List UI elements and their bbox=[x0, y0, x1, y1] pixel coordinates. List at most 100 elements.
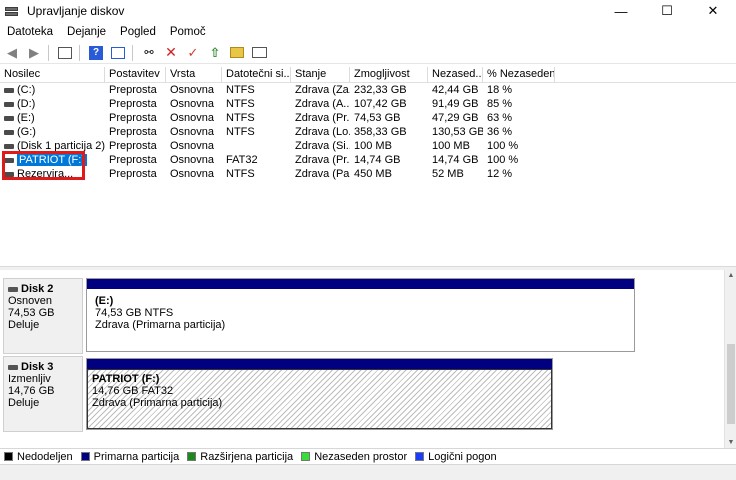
scrollbar-thumb[interactable] bbox=[727, 344, 735, 424]
rescan-icon[interactable] bbox=[249, 44, 269, 62]
partition-f-size-fs: 14,76 GB FAT32 bbox=[92, 385, 174, 397]
close-button[interactable]: ✕ bbox=[690, 0, 736, 22]
help-icon[interactable]: ? bbox=[86, 44, 106, 62]
type-cell: Osnovna bbox=[170, 126, 215, 138]
legend-swatch bbox=[80, 452, 90, 461]
capacity-cell: 100 MB bbox=[354, 140, 392, 152]
table-row[interactable]: (E:) Preprosta Osnovna NTFS Zdrava (Pr..… bbox=[0, 111, 736, 125]
window-controls: — ☐ ✕ bbox=[598, 0, 736, 22]
disk-2-title: Disk 2 bbox=[8, 283, 82, 295]
drive-icon bbox=[8, 364, 18, 370]
legend-unallocated: Nedodeljen bbox=[4, 451, 73, 463]
partition-e-status: Zdrava (Primarna particija) bbox=[95, 319, 226, 331]
menu-view[interactable]: Pogled bbox=[113, 26, 163, 38]
column-header-capacity[interactable]: Zmogljivost bbox=[350, 67, 428, 83]
partition-e-size-fs: 74,53 GB NTFS bbox=[95, 307, 174, 319]
volume-name: (D:) bbox=[17, 98, 36, 110]
toolbar-separator bbox=[79, 44, 80, 61]
legend-label: Primarna particija bbox=[93, 450, 180, 463]
partition-e-details: (E:) 74,53 GB NTFS Zdrava (Primarna part… bbox=[87, 289, 634, 334]
menu-bar: Datoteka Dejanje Pogled Pomoč bbox=[0, 22, 736, 42]
back-arrow-icon[interactable]: ◀ bbox=[2, 44, 22, 62]
table-row[interactable]: Rezervira... Preprosta Osnovna NTFS Zdra… bbox=[0, 167, 736, 181]
disk-2-name: Disk 2 bbox=[21, 283, 54, 295]
column-header-free-space[interactable]: Nezased... bbox=[428, 67, 483, 83]
volume-name-cell: (Disk 1 particija 2) bbox=[0, 139, 105, 153]
scroll-up-icon[interactable]: ▲ bbox=[725, 272, 736, 279]
partition-f-status: Zdrava (Primarna particija) bbox=[92, 397, 223, 409]
table-row[interactable]: (G:) Preprosta Osnovna NTFS Zdrava (Lo..… bbox=[0, 125, 736, 139]
column-header-percent-free[interactable]: % Nezaseden... bbox=[483, 67, 555, 83]
title-bar: Upravljanje diskov — ☐ ✕ bbox=[0, 0, 736, 22]
filesystem-cell: NTFS bbox=[226, 98, 255, 110]
volume-name: (E:) bbox=[17, 112, 35, 124]
console-tree-icon[interactable] bbox=[55, 44, 75, 62]
legend-label: Logični pogon bbox=[428, 450, 497, 463]
forward-arrow-icon[interactable]: ▶ bbox=[24, 44, 44, 62]
partition-e-name: (E:) bbox=[95, 295, 114, 307]
legend-label: Nezaseden prostor bbox=[314, 450, 408, 463]
menu-action[interactable]: Dejanje bbox=[60, 26, 113, 38]
filesystem-cell: NTFS bbox=[226, 126, 255, 138]
connect-icon[interactable]: ⚯ bbox=[139, 44, 159, 62]
column-header-type[interactable]: Vrsta bbox=[166, 67, 222, 83]
volume-name: Rezervira... bbox=[17, 168, 74, 180]
column-header-status[interactable]: Stanje bbox=[291, 67, 350, 83]
legend-primary-partition: Primarna particija bbox=[80, 450, 180, 463]
folder-icon[interactable] bbox=[227, 44, 247, 62]
menu-file[interactable]: Datoteka bbox=[0, 26, 60, 38]
menu-help[interactable]: Pomoč bbox=[163, 26, 213, 38]
drive-icon bbox=[4, 129, 14, 135]
partition-f-details: PATRIOT (F:) 14,76 GB FAT32 Zdrava (Prim… bbox=[87, 369, 552, 429]
table-row-selected[interactable]: PATRIOT (F:) Preprosta Osnovna FAT32 Zdr… bbox=[0, 153, 736, 167]
column-header-volume[interactable]: Nosilec bbox=[0, 67, 105, 83]
maximize-button[interactable]: ☐ bbox=[644, 0, 690, 22]
legend-swatch bbox=[4, 452, 13, 461]
partition-e[interactable]: (E:) 74,53 GB NTFS Zdrava (Primarna part… bbox=[86, 278, 635, 352]
disk-2-info[interactable]: Disk 2 Osnoven 74,53 GB Deluje bbox=[3, 278, 83, 354]
layout-cell: Preprosta bbox=[109, 126, 157, 138]
table-row[interactable]: (D:) Preprosta Osnovna NTFS Zdrava (A...… bbox=[0, 97, 736, 111]
legend-swatch bbox=[187, 452, 197, 461]
type-cell: Osnovna bbox=[170, 140, 215, 152]
check-icon[interactable]: ✓ bbox=[183, 44, 203, 62]
percent-free-cell: 85 % bbox=[487, 98, 513, 110]
free-space-cell: 42,44 GB bbox=[432, 84, 479, 96]
window-title: Upravljanje diskov bbox=[27, 4, 125, 18]
drive-icon bbox=[4, 171, 14, 177]
table-row[interactable]: (C:) Preprosta Osnovna NTFS Zdrava (Za..… bbox=[0, 83, 736, 97]
disk-3-row: Disk 3 Izmenljiv 14,76 GB Deluje PATRIOT… bbox=[3, 356, 721, 432]
table-row[interactable]: (Disk 1 particija 2) Preprosta Osnovna Z… bbox=[0, 139, 736, 153]
legend-label: Razširjena particija bbox=[200, 450, 294, 463]
drive-icon bbox=[4, 87, 14, 93]
volume-list-header: Nosilec Postavitev Vrsta Datotečni si...… bbox=[0, 67, 736, 83]
toolbar-separator bbox=[48, 44, 49, 61]
column-header-layout[interactable]: Postavitev bbox=[105, 67, 166, 83]
type-cell: Osnovna bbox=[170, 98, 215, 110]
percent-free-cell: 63 % bbox=[487, 112, 513, 124]
disk-map-scrollbar[interactable]: ▲ ▼ bbox=[724, 270, 736, 448]
legend-extended-partition: Razširjena particija bbox=[187, 451, 293, 463]
volume-name: (C:) bbox=[17, 84, 36, 96]
legend-bar: Nedodeljen Primarna particija Razširjena… bbox=[0, 448, 736, 464]
delete-icon[interactable]: ✕ bbox=[161, 44, 181, 62]
drive-icon bbox=[4, 115, 14, 121]
disk-3-info[interactable]: Disk 3 Izmenljiv 14,76 GB Deluje bbox=[3, 356, 83, 432]
minimize-button[interactable]: — bbox=[598, 0, 644, 22]
capacity-cell: 14,74 GB bbox=[354, 154, 401, 166]
volume-name-cell: PATRIOT (F:) bbox=[0, 153, 105, 167]
primary-partition-bar bbox=[87, 279, 634, 289]
disk-management-icon bbox=[5, 5, 19, 17]
disk-3-title: Disk 3 bbox=[8, 361, 82, 373]
disk-3-size: 14,76 GB bbox=[8, 385, 55, 397]
import-icon[interactable]: ⇧ bbox=[205, 44, 225, 62]
free-space-cell: 47,29 GB bbox=[432, 112, 479, 124]
partition-f-patriot[interactable]: PATRIOT (F:) 14,76 GB FAT32 Zdrava (Prim… bbox=[86, 358, 553, 430]
scroll-down-icon[interactable]: ▼ bbox=[725, 439, 736, 446]
properties-icon[interactable] bbox=[108, 44, 128, 62]
legend-swatch bbox=[415, 452, 425, 461]
volume-name-selected: PATRIOT (F:) bbox=[17, 154, 87, 166]
volume-name: (Disk 1 particija 2) bbox=[17, 140, 105, 152]
drive-icon bbox=[4, 157, 14, 163]
column-header-filesystem[interactable]: Datotečni si... bbox=[222, 67, 291, 83]
